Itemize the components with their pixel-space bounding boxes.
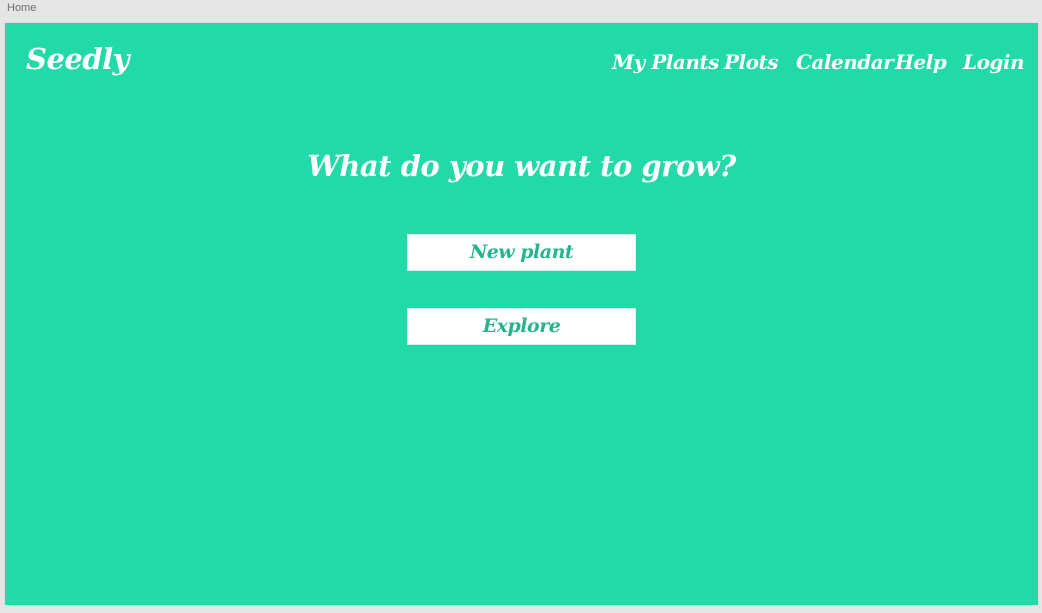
artboard-label: Home — [7, 2, 37, 14]
nav-my-plants[interactable]: My Plants — [612, 47, 719, 77]
nav-login[interactable]: Login — [963, 47, 1025, 77]
nav-help[interactable]: Help — [895, 47, 947, 77]
nav-plots[interactable]: Plots — [724, 47, 778, 77]
page-headline: What do you want to grow? — [307, 149, 736, 183]
brand-logo[interactable]: Seedly — [26, 41, 130, 77]
new-plant-button[interactable]: New plant — [407, 234, 636, 271]
home-page: Seedly My Plants Plots Calendar Help Log… — [5, 23, 1038, 605]
nav-calendar[interactable]: Calendar — [796, 47, 894, 77]
explore-button[interactable]: Explore — [407, 308, 636, 345]
